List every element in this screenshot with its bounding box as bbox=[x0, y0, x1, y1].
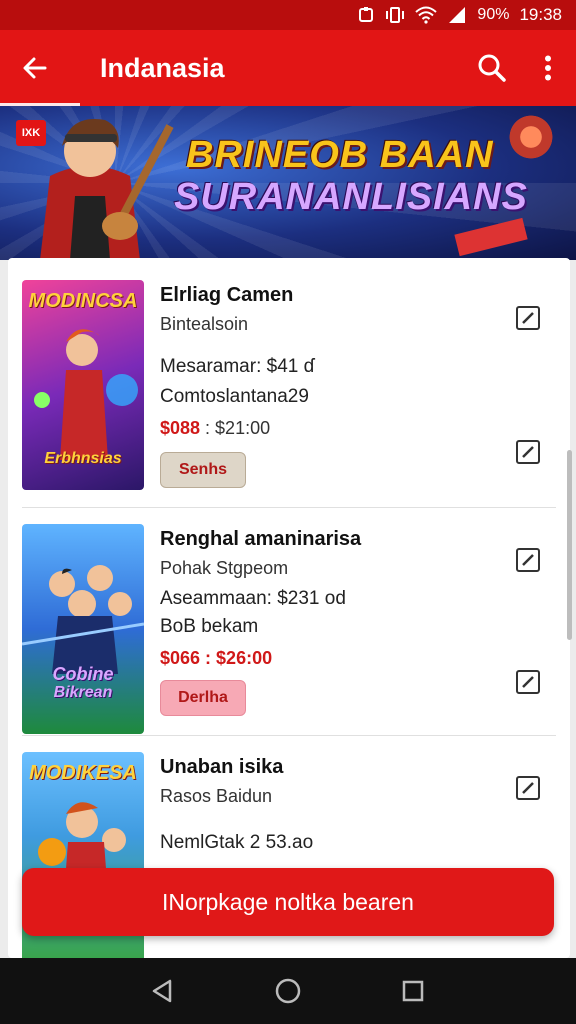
overflow-menu-button[interactable] bbox=[520, 30, 576, 106]
decor-disc bbox=[506, 112, 556, 162]
item-subtitle: Pohak Stgpeom bbox=[160, 558, 289, 578]
app-bar: Indanasia bbox=[0, 30, 576, 106]
square-recents-icon bbox=[403, 980, 424, 1002]
item-action-button[interactable]: Derlha bbox=[160, 680, 246, 716]
item-subtitle: Rasos Baidun bbox=[160, 786, 273, 806]
item-price: $088 : $21:00 bbox=[160, 418, 271, 438]
item-checkbox[interactable] bbox=[516, 548, 540, 572]
item-detail: Mesaramar: $41 ɗ bbox=[160, 356, 315, 377]
item-title: Renghal amaninarisa bbox=[160, 528, 362, 550]
page-title: Indanasia bbox=[100, 52, 225, 83]
item-detail-2: Comtoslantana29 bbox=[160, 386, 309, 407]
check-icon bbox=[522, 554, 534, 566]
circle-home-icon bbox=[275, 978, 301, 1004]
item-checkbox[interactable] bbox=[516, 440, 540, 464]
banner-headline: BRINEOB BAAN bbox=[186, 134, 494, 176]
banner-subheadline: SURANANLISIANS bbox=[174, 176, 528, 218]
item-subtitle: Bintealsoin bbox=[160, 314, 249, 334]
triangle-back-icon bbox=[152, 979, 171, 1003]
item-price: $066 : $26:00 bbox=[160, 648, 273, 668]
item-list: MODINCSA Erbhnsias Elrliag Camen Binteal… bbox=[8, 258, 570, 958]
item-detail-2: BoB bekam bbox=[160, 616, 259, 637]
nav-home-button[interactable] bbox=[268, 971, 308, 1011]
more-vertical-icon bbox=[545, 55, 551, 81]
check-icon bbox=[522, 446, 534, 458]
primary-action-button[interactable]: INorpkage noltka bearen bbox=[22, 868, 554, 936]
search-button[interactable] bbox=[464, 30, 520, 106]
back-button[interactable] bbox=[0, 30, 70, 106]
list-item[interactable]: Cobine Bikrean Renghal amaninarisa Pohak… bbox=[8, 502, 570, 734]
item-checkbox[interactable] bbox=[516, 306, 540, 330]
list-item[interactable]: MODINCSA Erbhnsias Elrliag Camen Binteal… bbox=[8, 258, 570, 490]
battery-level: 90% bbox=[477, 6, 510, 23]
arrow-left-icon bbox=[23, 57, 47, 79]
item-detail: Aseammaan: $231 od bbox=[160, 588, 346, 609]
vibrate-icon bbox=[385, 6, 405, 24]
promo-banner[interactable]: IXK BRINEOB BAAN SURANANLISIANS bbox=[0, 106, 576, 260]
wifi-icon bbox=[415, 6, 438, 24]
item-cover-image: MODINCSA Erbhnsias bbox=[22, 280, 144, 490]
item-checkbox[interactable] bbox=[516, 670, 540, 694]
check-icon bbox=[522, 782, 534, 794]
item-title: Unaban isika bbox=[160, 756, 284, 778]
status-bar: 90% 19:38 bbox=[0, 0, 576, 30]
clock: 19:38 bbox=[519, 5, 562, 24]
signal-icon bbox=[447, 6, 467, 24]
item-cover-image: Cobine Bikrean bbox=[22, 524, 144, 734]
check-icon bbox=[522, 676, 534, 688]
item-detail: NemlGtak 2 53.ao bbox=[160, 832, 314, 853]
check-icon bbox=[522, 312, 534, 324]
search-icon bbox=[478, 54, 506, 82]
item-action-button[interactable]: Senhs bbox=[160, 452, 246, 488]
item-title: Elrliag Camen bbox=[160, 284, 294, 306]
brand-badge: IXK bbox=[16, 120, 46, 146]
scrollbar[interactable] bbox=[567, 450, 572, 640]
notification-icon bbox=[357, 6, 375, 24]
nav-back-button[interactable] bbox=[143, 971, 183, 1011]
item-checkbox[interactable] bbox=[516, 776, 540, 800]
nav-recents-button[interactable] bbox=[393, 971, 433, 1011]
system-nav-bar bbox=[0, 958, 576, 1024]
